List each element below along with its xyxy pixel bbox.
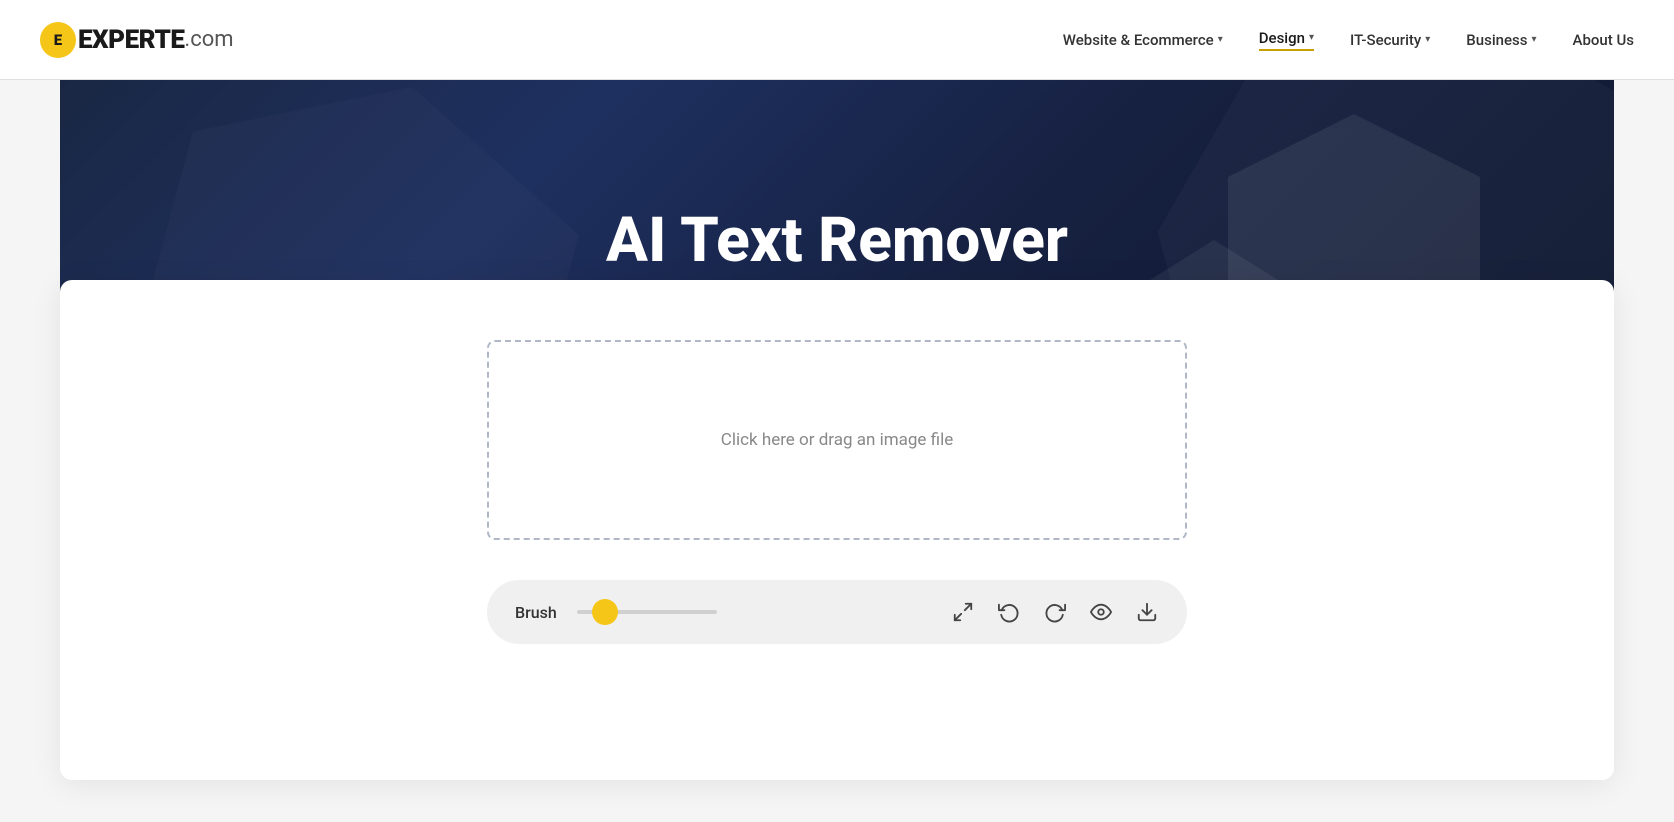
redo-icon[interactable] — [1043, 600, 1067, 624]
slider-track — [577, 610, 717, 614]
toolbar-icons — [951, 600, 1159, 624]
image-drop-zone[interactable]: Click here or drag an image file — [487, 340, 1187, 540]
slider-thumb[interactable] — [592, 599, 618, 625]
nav-links: Website & Ecommerce ▾ Design ▾ IT-Securi… — [1063, 29, 1634, 51]
logo-text-com: .com — [184, 27, 233, 52]
logo-text-experte: EXPERTE — [78, 25, 184, 55]
download-icon[interactable] — [1135, 600, 1159, 624]
chevron-down-icon: ▾ — [1218, 34, 1223, 45]
toolbar: Brush — [487, 580, 1187, 644]
brush-label: Brush — [515, 603, 557, 622]
navbar: E EXPERTE .com Website & Ecommerce ▾ Des… — [0, 0, 1674, 80]
nav-item-about[interactable]: About Us — [1573, 31, 1635, 49]
logo[interactable]: E EXPERTE .com — [40, 22, 234, 58]
nav-item-security-label: IT-Security — [1350, 31, 1421, 49]
nav-item-business[interactable]: Business ▾ — [1466, 31, 1536, 49]
nav-item-design-label: Design — [1259, 29, 1305, 47]
expand-icon[interactable] — [951, 600, 975, 624]
logo-icon: E — [40, 22, 76, 58]
nav-item-about-label: About Us — [1573, 31, 1635, 49]
nav-item-design[interactable]: Design ▾ — [1259, 29, 1314, 51]
nav-item-website[interactable]: Website & Ecommerce ▾ — [1063, 31, 1223, 49]
nav-item-website-label: Website & Ecommerce — [1063, 31, 1214, 49]
hero-title: AI Text Remover — [606, 204, 1068, 277]
brush-size-slider[interactable] — [577, 610, 744, 614]
chevron-down-icon: ▾ — [1425, 34, 1430, 45]
preview-icon[interactable] — [1089, 600, 1113, 624]
nav-item-security[interactable]: IT-Security ▾ — [1350, 31, 1430, 49]
chevron-down-icon: ▾ — [1309, 32, 1314, 43]
nav-item-business-label: Business — [1466, 31, 1527, 49]
undo-icon[interactable] — [997, 600, 1021, 624]
main-content: Click here or drag an image file Brush — [60, 280, 1614, 780]
drop-zone-label: Click here or drag an image file — [721, 430, 953, 450]
chevron-down-icon: ▾ — [1531, 34, 1536, 45]
